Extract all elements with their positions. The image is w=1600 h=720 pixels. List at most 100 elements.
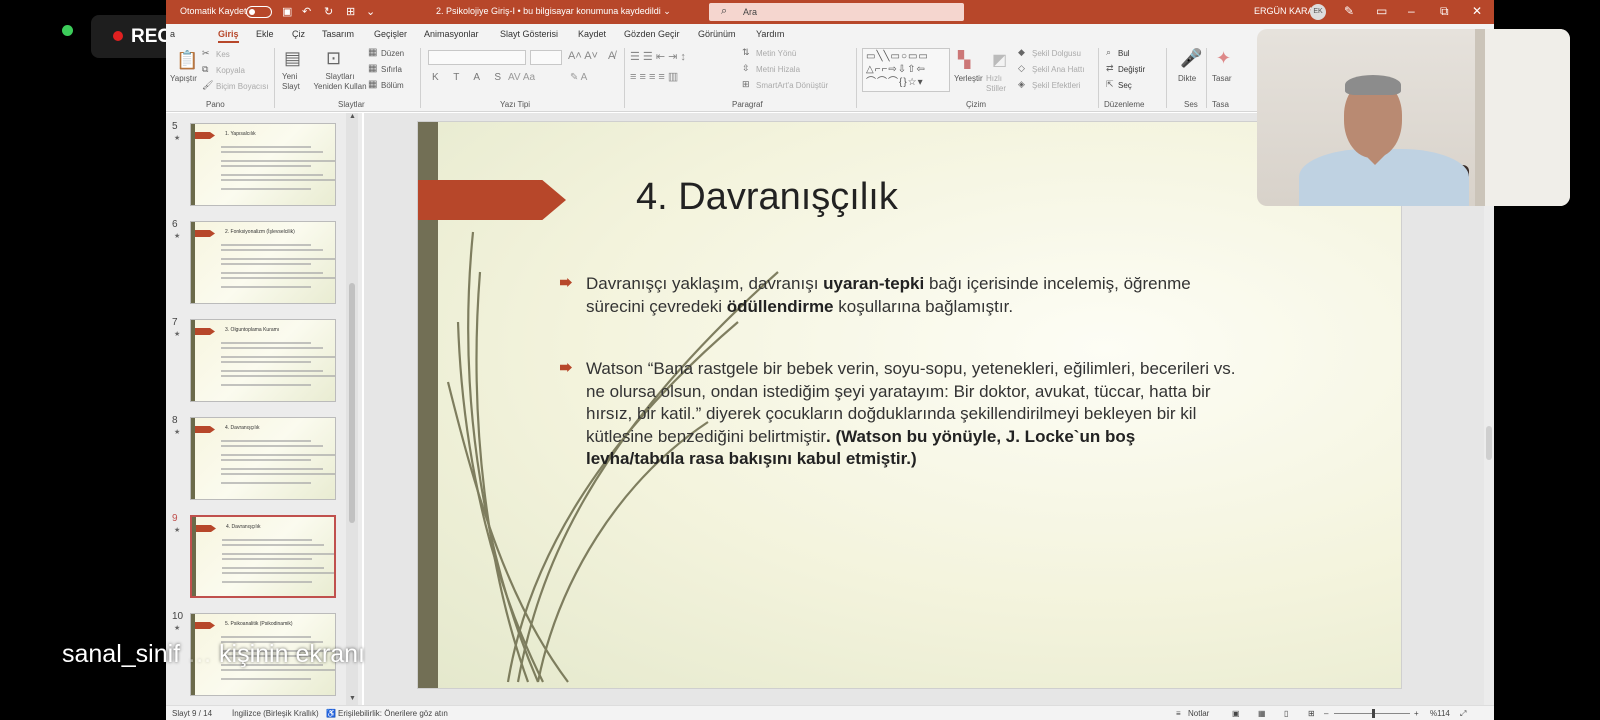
tab-animations[interactable]: Animasyonlar: [424, 29, 479, 39]
pen-icon[interactable]: ✎: [1344, 4, 1354, 18]
new-slide-icon[interactable]: ▤: [284, 48, 301, 69]
undo-icon[interactable]: ↶: [302, 5, 311, 18]
tab-draw[interactable]: Çiz: [292, 29, 305, 39]
font-color-icon[interactable]: ✎ A: [570, 72, 587, 83]
section-button[interactable]: Bölüm: [381, 81, 404, 90]
slideshow-icon[interactable]: ⊞: [346, 5, 355, 18]
scroll-up-icon[interactable]: ▲: [349, 113, 356, 120]
replace-button[interactable]: Değiştir: [1118, 65, 1145, 74]
designer-button[interactable]: Tasar: [1212, 74, 1232, 83]
normal-view-icon[interactable]: ▣: [1232, 709, 1240, 718]
customize-qat-icon[interactable]: ⌄: [366, 5, 375, 18]
zoom-in-icon[interactable]: +: [1414, 709, 1419, 718]
slide-thumbnail[interactable]: 3. Olguntoplama Kuramı: [190, 319, 336, 402]
text-direction-button[interactable]: Metin Yönü: [756, 49, 796, 58]
copy-icon[interactable]: ⧉: [202, 64, 208, 75]
tab-record[interactable]: Kaydet: [578, 29, 606, 39]
slide-title[interactable]: 4. Davranışçılık: [636, 176, 898, 219]
redo-icon[interactable]: ↻: [324, 5, 333, 18]
find-icon[interactable]: ⌕: [1106, 47, 1111, 58]
char-spacing-icon[interactable]: AV Aa: [508, 72, 535, 83]
tab-review[interactable]: Gözden Geçir: [624, 29, 680, 39]
bullet-behaviorism-definition[interactable]: Davranışçı yaklaşım, davranışı uyaran-te…: [560, 273, 1236, 318]
cut-button[interactable]: Kes: [216, 50, 230, 59]
replace-icon[interactable]: ⇄: [1106, 63, 1114, 74]
quick-styles-icon[interactable]: ◩: [992, 50, 1007, 70]
format-painter-button[interactable]: Biçim Boyacısı: [216, 82, 268, 91]
save-icon[interactable]: ▣: [282, 5, 292, 18]
current-slide[interactable]: 4. Davranışçılık Davranışçı yaklaşım, da…: [417, 121, 1402, 689]
cut-icon[interactable]: ✂: [202, 48, 210, 59]
font-size-dropdown[interactable]: [530, 50, 562, 65]
paste-icon[interactable]: 📋: [176, 50, 198, 71]
minimize-icon[interactable]: –: [1408, 4, 1415, 18]
tab-help[interactable]: Yardım: [756, 29, 784, 39]
text-direction-icon[interactable]: ⇅: [742, 47, 750, 58]
notes-button[interactable]: Notlar: [1188, 709, 1209, 718]
tab-transitions[interactable]: Geçişler: [374, 29, 407, 39]
ribbon-display-icon[interactable]: ▭: [1376, 4, 1387, 18]
layout-icon[interactable]: ▦: [368, 47, 377, 58]
slide-thumbnail[interactable]: 1. Yapısalcılık: [190, 123, 336, 206]
font-name-dropdown[interactable]: [428, 50, 526, 65]
shape-effects-icon[interactable]: ◈: [1018, 79, 1025, 90]
shape-fill-button[interactable]: Şekil Dolgusu: [1032, 49, 1081, 58]
section-icon[interactable]: ▦: [368, 79, 377, 90]
fit-slide-icon[interactable]: ⤢: [1460, 709, 1466, 719]
document-title[interactable]: 2. Psikolojiye Giriş-I • bu bilgisayar k…: [436, 6, 671, 17]
scrollbar-thumb[interactable]: [1486, 426, 1492, 460]
reuse-slides-icon[interactable]: ⊡: [326, 48, 341, 69]
select-icon[interactable]: ⇱: [1106, 79, 1114, 90]
autosave-toggle[interactable]: [246, 6, 272, 18]
slideshow-view-icon[interactable]: ⊞: [1308, 709, 1315, 718]
designer-icon[interactable]: ✦: [1216, 48, 1231, 69]
language-indicator[interactable]: İngilizce (Birleşik Krallık): [232, 709, 319, 718]
tab-view[interactable]: Görünüm: [698, 29, 736, 39]
shape-outline-button[interactable]: Şekil Ana Hattı: [1032, 65, 1084, 74]
zoom-level[interactable]: %114: [1430, 709, 1450, 718]
new-slide-button[interactable]: Yeni Slayt: [282, 72, 308, 92]
tab-home[interactable]: Giriş: [218, 29, 239, 43]
zoom-slider-knob[interactable]: [1372, 709, 1375, 718]
align-text-icon[interactable]: ⇳: [742, 63, 750, 74]
search-input[interactable]: ⌕ Ara: [709, 3, 964, 21]
shape-outline-icon[interactable]: ◇: [1018, 63, 1025, 74]
clear-format-icon[interactable]: A̸: [608, 50, 615, 62]
reuse-slides-button[interactable]: Slaytları Yeniden Kullan: [312, 72, 368, 92]
select-button[interactable]: Seç: [1118, 81, 1132, 90]
tab-file[interactable]: a: [170, 29, 175, 39]
slide-sorter-icon[interactable]: ▦: [1258, 709, 1266, 718]
scroll-down-icon[interactable]: ▼: [349, 695, 356, 702]
user-name[interactable]: ERGÜN KARA: [1254, 6, 1314, 16]
arrange-icon[interactable]: ▚: [958, 50, 970, 70]
copy-button[interactable]: Kopyala: [216, 66, 245, 75]
accessibility-status[interactable]: Erişilebilirlik: Önerilere göz atın: [338, 709, 448, 718]
close-icon[interactable]: ✕: [1472, 4, 1482, 18]
shapes-gallery[interactable]: ▭╲╲▭○▭▭ △⌐⌐⇨⇩⇧⇦ ⌒⌒⌒{}☆▾: [862, 48, 950, 92]
dictate-button[interactable]: Dikte: [1178, 74, 1196, 83]
thumbnail-scrollbar[interactable]: ▲ ▼: [346, 113, 358, 705]
slide-thumbnail[interactable]: 2. Fonksiyonalizm (İşlevselcilik): [190, 221, 336, 304]
text-format-icons[interactable]: K T A S: [432, 72, 507, 83]
paste-button[interactable]: Yapıştır: [170, 74, 197, 83]
shape-icons[interactable]: ▭╲╲▭○▭▭ △⌐⌐⇨⇩⇧⇦ ⌒⌒⌒{}☆▾: [866, 50, 950, 89]
shape-fill-icon[interactable]: ◆: [1018, 47, 1025, 58]
format-painter-icon[interactable]: 🖌: [202, 80, 213, 91]
reset-icon[interactable]: ▦: [368, 63, 377, 74]
arrange-button[interactable]: Yerleştir: [954, 74, 983, 83]
smartart-icon[interactable]: ⊞: [742, 79, 750, 90]
tab-slideshow[interactable]: Slayt Gösterisi: [500, 29, 558, 39]
zoom-out-icon[interactable]: –: [1324, 709, 1328, 718]
slide-thumbnail[interactable]: 4. Davranışçılık: [190, 417, 336, 500]
font-grow-shrink-icon[interactable]: A˄ A˅: [568, 50, 598, 62]
microphone-icon[interactable]: 🎤: [1180, 48, 1202, 69]
find-button[interactable]: Bul: [1118, 49, 1130, 58]
quick-styles-button[interactable]: Hızlı Stiller: [986, 74, 1016, 94]
slide-thumbnail[interactable]: 4. Davranışçılık: [190, 515, 336, 598]
maximize-icon[interactable]: ⧉: [1440, 4, 1449, 19]
tab-insert[interactable]: Ekle: [256, 29, 274, 39]
list-icons[interactable]: ☰ ☰ ⇤ ⇥ ↕: [630, 50, 686, 63]
scrollbar-thumb[interactable]: [349, 283, 355, 523]
layout-button[interactable]: Düzen: [381, 49, 404, 58]
reading-view-icon[interactable]: ▯: [1284, 709, 1288, 718]
